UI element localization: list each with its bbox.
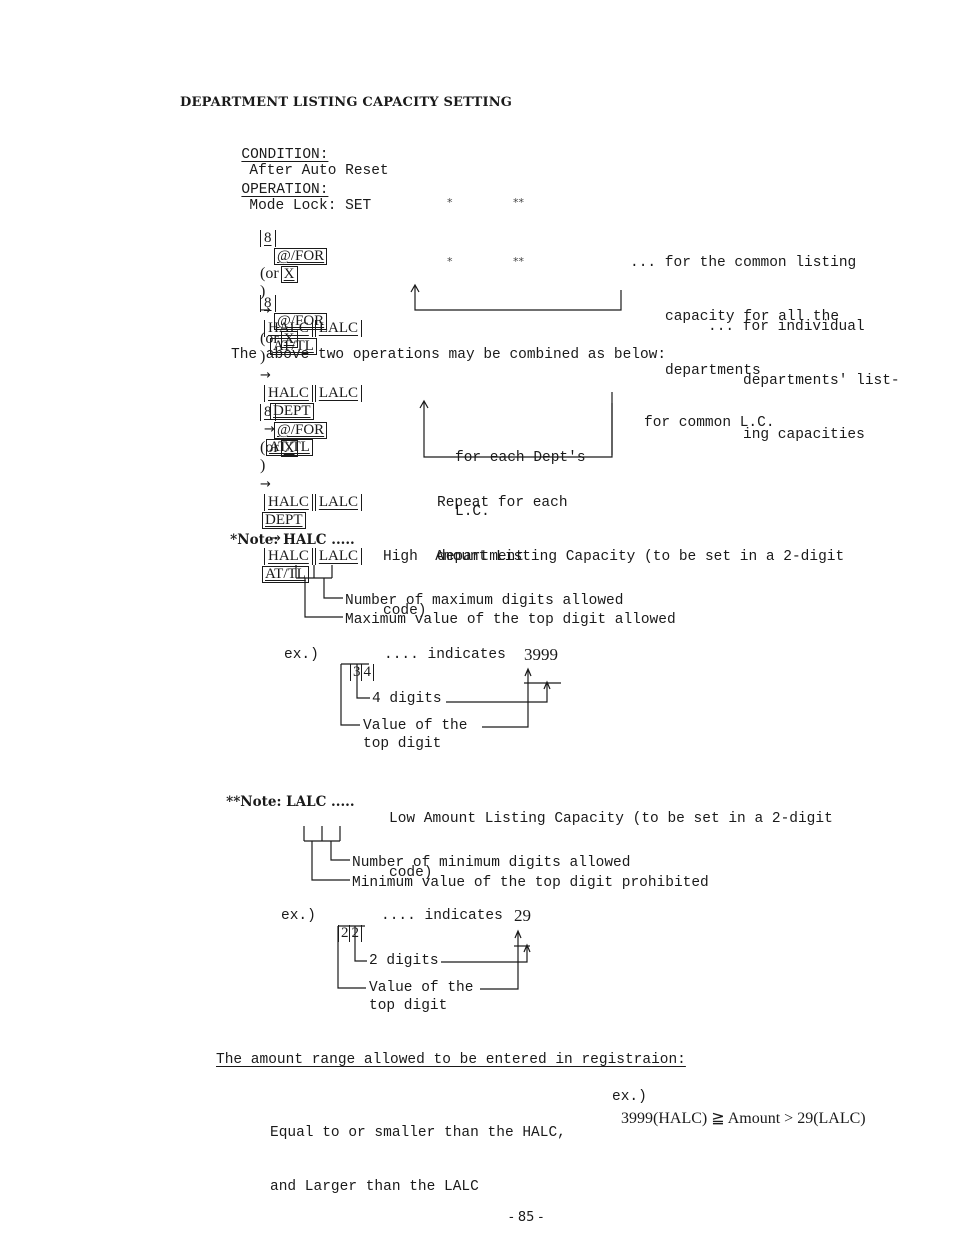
halc-legend-digits: Number of maximum digits allowed — [345, 593, 624, 609]
halc-example-digits-label: 4 digits — [372, 691, 442, 707]
halc-example-indicates: .... indicates — [384, 647, 506, 663]
lalc-example-value-label-2: top digit — [369, 998, 448, 1014]
note-lalc-row: **Note: LALC ..... — [216, 772, 355, 810]
range-example-value: 3999(HALC) ≧ Amount > 29(LALC) — [621, 1110, 866, 1127]
range-heading: The amount range allowed to be entered i… — [216, 1052, 686, 1068]
lalc-legend-line-digits — [330, 841, 350, 861]
lalc-example-result: 29 — [514, 906, 531, 925]
lalc-code-box — [303, 826, 341, 842]
note-lalc-label: **Note: LALC ..... — [226, 794, 355, 810]
lalc-example-digits-label: 2 digits — [369, 953, 439, 969]
lalc-example-indicates: .... indicates — [381, 908, 503, 924]
or-text: (or — [260, 439, 279, 456]
key-x: X — [280, 440, 298, 457]
loop-back-arrowhead-combined — [419, 399, 429, 409]
arrow-icon: → — [260, 368, 271, 383]
close-paren: ) — [260, 457, 266, 474]
key-x: X — [280, 331, 298, 348]
lalc-legend-line-value — [311, 841, 350, 881]
asterisk-halc: * — [447, 196, 453, 209]
lalc-legend-digits: Number of minimum digits allowed — [352, 855, 631, 871]
key-at-tl: AT/TL — [262, 566, 309, 583]
key-lalc-common: LALC — [314, 548, 363, 565]
lalc-example-prefix: ex.) — [281, 908, 316, 924]
halc-example-value-label-2: top digit — [363, 736, 442, 752]
halc-legend-line-value — [304, 578, 343, 618]
lalc-ex-value-connector — [480, 932, 519, 990]
halc-example-result: 3999 — [524, 645, 558, 664]
operation-row: OPERATION: Mode Lock: SET — [224, 166, 371, 214]
combined-intro: The above two operations may be combined… — [231, 347, 667, 363]
lalc-ex-digits-connector — [441, 946, 528, 963]
halc-ex-digits-connector — [446, 683, 548, 703]
halc-ex-value-connector — [482, 670, 529, 728]
note-halc-label: *Note: HALC ..... — [230, 532, 355, 548]
arrow-icon: → — [260, 477, 271, 492]
halc-example-prefix: ex.) — [284, 647, 319, 663]
lalc-example-value-label-1: Value of the — [369, 980, 474, 996]
asterisk-lalc: ** — [513, 196, 524, 209]
loop-back-arrow-seq2 — [414, 286, 622, 311]
halc-legend-value: Maximum value of the top digit allowed — [345, 612, 676, 628]
halc-example-value-label-1: Value of the — [363, 718, 468, 734]
common-note: for common L.C. — [644, 415, 775, 431]
key-halc-common: HALC — [264, 548, 313, 565]
or-text: (or — [260, 330, 279, 347]
operation-label: OPERATION: — [241, 182, 329, 198]
lalc-ex-arrow-result — [514, 929, 522, 939]
page-heading: DEPARTMENT LISTING CAPACITY SETTING — [180, 95, 513, 110]
halc-ex-arrow-digits — [543, 680, 551, 690]
key-at-for: @/FOR — [274, 248, 328, 265]
lalc-ex-arrow-digits — [523, 943, 531, 953]
key-at-for: @/FOR — [274, 313, 328, 330]
range-rule: Equal to or smaller than the HALC, and L… — [270, 1125, 566, 1195]
asterisk-halc-2: * — [447, 255, 453, 268]
key-halc: HALC — [264, 494, 313, 511]
key-lalc: LALC — [314, 494, 363, 511]
key-8: 8 — [260, 404, 276, 421]
loop-back-arrowhead-seq2 — [410, 283, 420, 293]
key-8: 8 — [260, 230, 276, 247]
lalc-legend-value: Minimum value of the top digit prohibite… — [352, 875, 709, 891]
seq2-description: ... for individual departments' list- in… — [708, 319, 900, 443]
key-sequence-combined: 8 @/FOR (or X ) → HALC LALC DEPT → HALC LAL… — [252, 385, 363, 583]
lalc-example-code: 22 — [330, 906, 362, 942]
note-halc-row: *Note: HALC ..... — [220, 510, 355, 548]
halc-ex-arrow-result — [524, 667, 532, 677]
asterisk-lalc-2: ** — [513, 255, 524, 268]
page-number: - 85 - — [509, 1210, 544, 1225]
range-example-label: ex.) — [612, 1089, 647, 1105]
halc-example-code: 34 — [342, 645, 374, 681]
key-8: 8 — [260, 295, 276, 312]
key-at-for: @/FOR — [274, 422, 328, 439]
condition-label: CONDITION: — [241, 147, 329, 163]
